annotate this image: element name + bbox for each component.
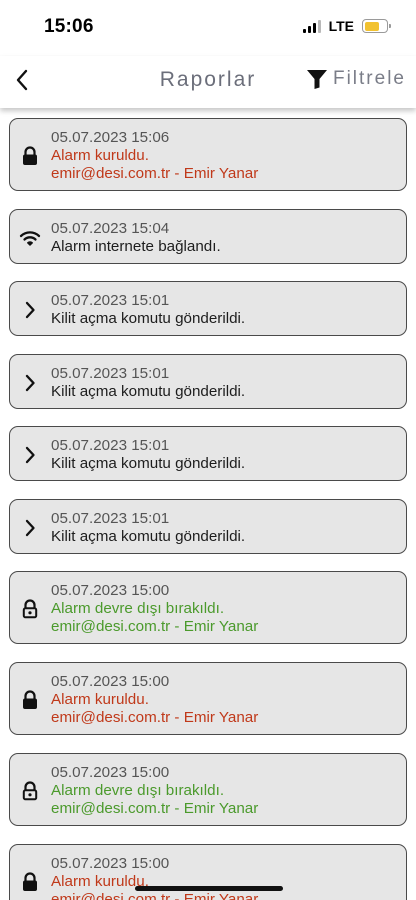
chevron-right-icon xyxy=(18,443,42,467)
report-date: 05.07.2023 15:01 xyxy=(51,510,170,527)
home-indicator[interactable] xyxy=(135,886,283,891)
lock-icon xyxy=(18,870,42,894)
report-message: Kilit açma komutu gönderildi. xyxy=(51,455,246,472)
report-card[interactable]: 05.07.2023 15:00 Alarm kuruldu. emir@des… xyxy=(9,662,407,735)
network-type: LTE xyxy=(328,18,354,34)
report-date: 05.07.2023 15:00 xyxy=(51,673,170,690)
report-card[interactable]: 05.07.2023 15:01 Kilit açma komutu gönde… xyxy=(9,499,407,554)
report-card[interactable]: 05.07.2023 15:01 Kilit açma komutu gönde… xyxy=(9,426,407,481)
filter-button[interactable]: Filtrele xyxy=(306,68,406,90)
report-date: 05.07.2023 15:01 xyxy=(51,292,170,309)
report-card[interactable]: 05.07.2023 15:06 Alarm kuruldu. emir@des… xyxy=(9,118,407,191)
status-indicators: LTE xyxy=(302,18,391,34)
report-date: 05.07.2023 15:01 xyxy=(51,437,170,454)
report-message: Kilit açma komutu gönderildi. xyxy=(51,383,246,400)
report-date: 05.07.2023 15:01 xyxy=(51,365,170,382)
report-user: emir@desi.com.tr - Emir Yanar xyxy=(51,618,259,635)
report-message: Alarm kuruldu. xyxy=(51,691,149,708)
unlock-icon xyxy=(18,779,42,803)
report-user: emir@desi.com.tr - Emir Yanar xyxy=(51,709,259,726)
report-message: Alarm internete bağlandı. xyxy=(51,238,221,255)
reports-list[interactable]: 05.07.2023 15:06 Alarm kuruldu. emir@des… xyxy=(0,108,416,900)
report-card[interactable]: 05.07.2023 15:04 Alarm internete bağland… xyxy=(9,209,407,264)
status-bar: 15:06 LTE xyxy=(0,0,416,56)
report-date: 05.07.2023 15:00 xyxy=(51,764,170,781)
chevron-right-icon xyxy=(18,516,42,540)
filter-label: Filtrele xyxy=(332,68,406,89)
report-date: 05.07.2023 15:04 xyxy=(51,220,170,237)
report-card[interactable]: 05.07.2023 15:01 Kilit açma komutu gönde… xyxy=(9,281,407,336)
chevron-right-icon xyxy=(18,371,42,395)
chevron-right-icon xyxy=(18,298,42,322)
cellular-signal-icon xyxy=(302,19,321,33)
report-user: emir@desi.com.tr - Emir Yanar xyxy=(51,165,259,182)
report-user: emir@desi.com.tr - Emir Yanar xyxy=(51,891,259,900)
filter-icon xyxy=(306,70,327,89)
report-date: 05.07.2023 15:06 xyxy=(51,129,170,146)
report-date: 05.07.2023 15:00 xyxy=(51,855,170,872)
report-message: Alarm devre dışı bırakıldı. xyxy=(51,782,225,799)
lock-icon xyxy=(18,688,42,712)
lock-icon xyxy=(18,144,42,168)
nav-bar: Raporlar Filtrele xyxy=(0,56,416,108)
battery-icon xyxy=(362,19,391,33)
report-card[interactable]: 05.07.2023 15:01 Kilit açma komutu gönde… xyxy=(9,354,407,409)
report-message: Alarm kuruldu. xyxy=(51,147,149,164)
report-message: Alarm devre dışı bırakıldı. xyxy=(51,600,225,617)
wifi-icon xyxy=(18,226,42,250)
report-user: emir@desi.com.tr - Emir Yanar xyxy=(51,800,259,817)
report-date: 05.07.2023 15:00 xyxy=(51,582,170,599)
report-message: Kilit açma komutu gönderildi. xyxy=(51,310,246,327)
status-time: 15:06 xyxy=(44,16,94,37)
report-card[interactable]: 05.07.2023 15:00 Alarm devre dışı bırakı… xyxy=(9,753,407,826)
report-card[interactable]: 05.07.2023 15:00 Alarm devre dışı bırakı… xyxy=(9,571,407,644)
report-message: Kilit açma komutu gönderildi. xyxy=(51,528,246,545)
unlock-icon xyxy=(18,597,42,621)
report-card[interactable]: 05.07.2023 15:00 Alarm kuruldu. emir@des… xyxy=(9,844,407,900)
